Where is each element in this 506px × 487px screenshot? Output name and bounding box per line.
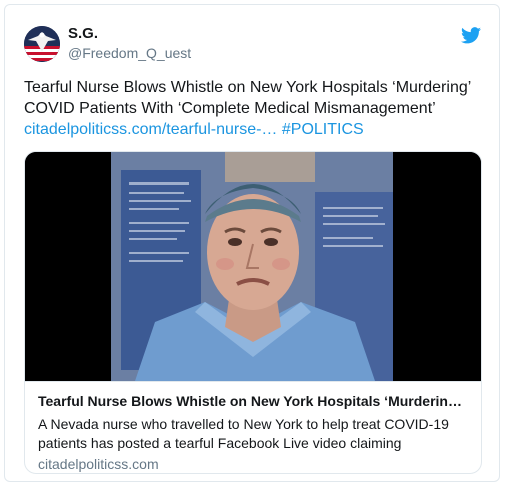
card-image[interactable]: [25, 152, 481, 381]
nurse-photo: [25, 152, 481, 381]
card-description-line: A Nevada nurse who travelled to New York…: [38, 416, 449, 432]
card-title[interactable]: Tearful Nurse Blows Whistle on New York …: [38, 393, 470, 409]
display-name[interactable]: S.G.: [68, 25, 98, 42]
card-description: A Nevada nurse who travelled to New York…: [38, 415, 470, 453]
tweet-text-line: COVID Patients With ‘Complete Medical Mi…: [24, 100, 436, 117]
tweet-text: Tearful Nurse Blows Whistle on New York …: [24, 77, 484, 140]
twitter-bird-icon[interactable]: [461, 27, 481, 44]
card-domain[interactable]: citadelpoliticss.com: [38, 456, 159, 472]
hashtag-link[interactable]: #POLITICS: [282, 121, 364, 138]
card-description-line: patients has posted a tearful Facebook L…: [38, 435, 402, 451]
tweet-embed: S.G. @Freedom_Q_uest Tearful Nurse Blows…: [4, 4, 500, 482]
tweet-link[interactable]: citadelpoliticss.com/tearful-nurse-…: [24, 121, 277, 138]
eagle-flag-avatar-icon: [24, 26, 60, 62]
avatar[interactable]: [24, 26, 60, 62]
user-handle[interactable]: @Freedom_Q_uest: [68, 45, 191, 61]
link-card[interactable]: Tearful Nurse Blows Whistle on New York …: [24, 151, 482, 474]
card-body[interactable]: Tearful Nurse Blows Whistle on New York …: [25, 381, 481, 473]
tweet-text-line: Tearful Nurse Blows Whistle on New York …: [24, 79, 472, 96]
